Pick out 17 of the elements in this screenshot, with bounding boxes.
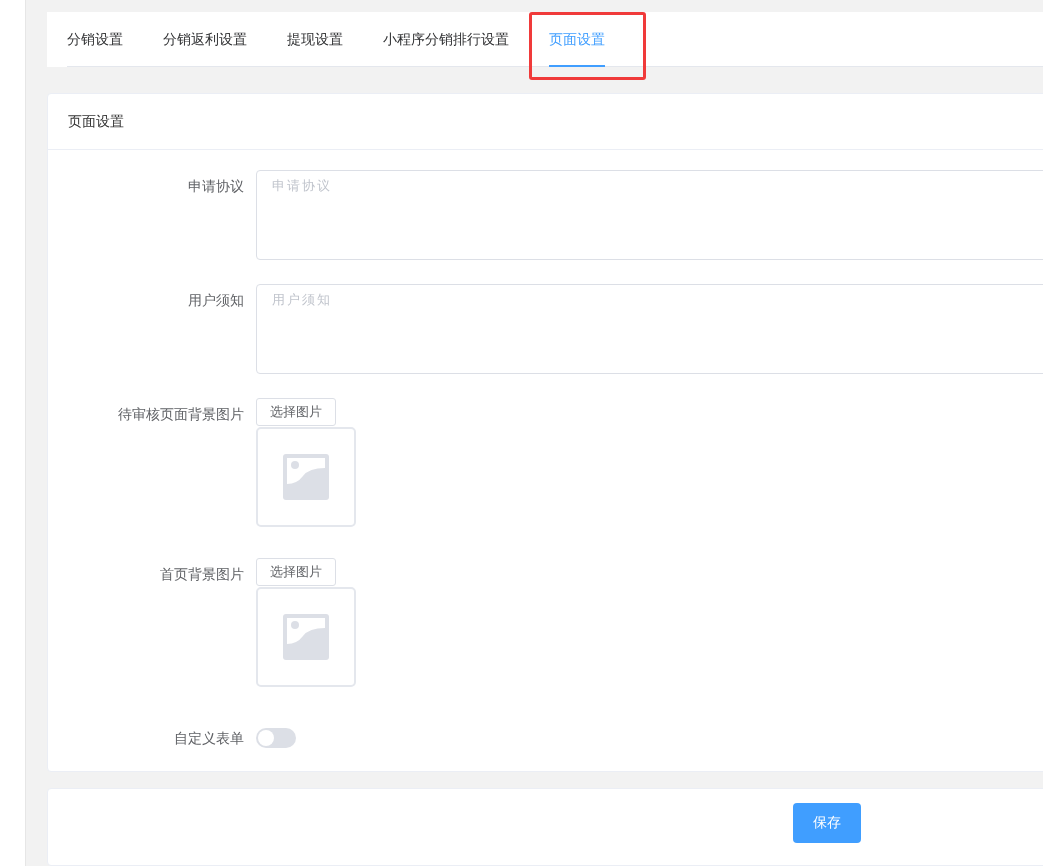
- field-label: 自定义表单: [173, 729, 245, 748]
- choose-image-button[interactable]: 选择图片: [256, 558, 336, 586]
- field-label: 首页背景图片: [159, 565, 245, 584]
- text-area[interactable]: 用户须知: [256, 284, 1043, 374]
- field-label: 用户须知: [187, 291, 245, 310]
- card-title: 页面设置: [68, 112, 124, 131]
- tab[interactable]: 分销设置: [67, 12, 123, 67]
- toggle-switch[interactable]: [256, 728, 296, 748]
- tab[interactable]: 提现设置: [287, 12, 343, 67]
- image-icon: [283, 614, 329, 660]
- image-icon: [283, 454, 329, 500]
- tab[interactable]: 小程序分销排行设置: [383, 12, 509, 67]
- choose-image-button[interactable]: 选择图片: [256, 398, 336, 426]
- field-label: 申请协议: [187, 177, 245, 196]
- field-label: 待审核页面背景图片: [117, 405, 245, 424]
- text-area[interactable]: 申请协议: [256, 170, 1043, 260]
- tab[interactable]: 分销返利设置: [163, 12, 247, 67]
